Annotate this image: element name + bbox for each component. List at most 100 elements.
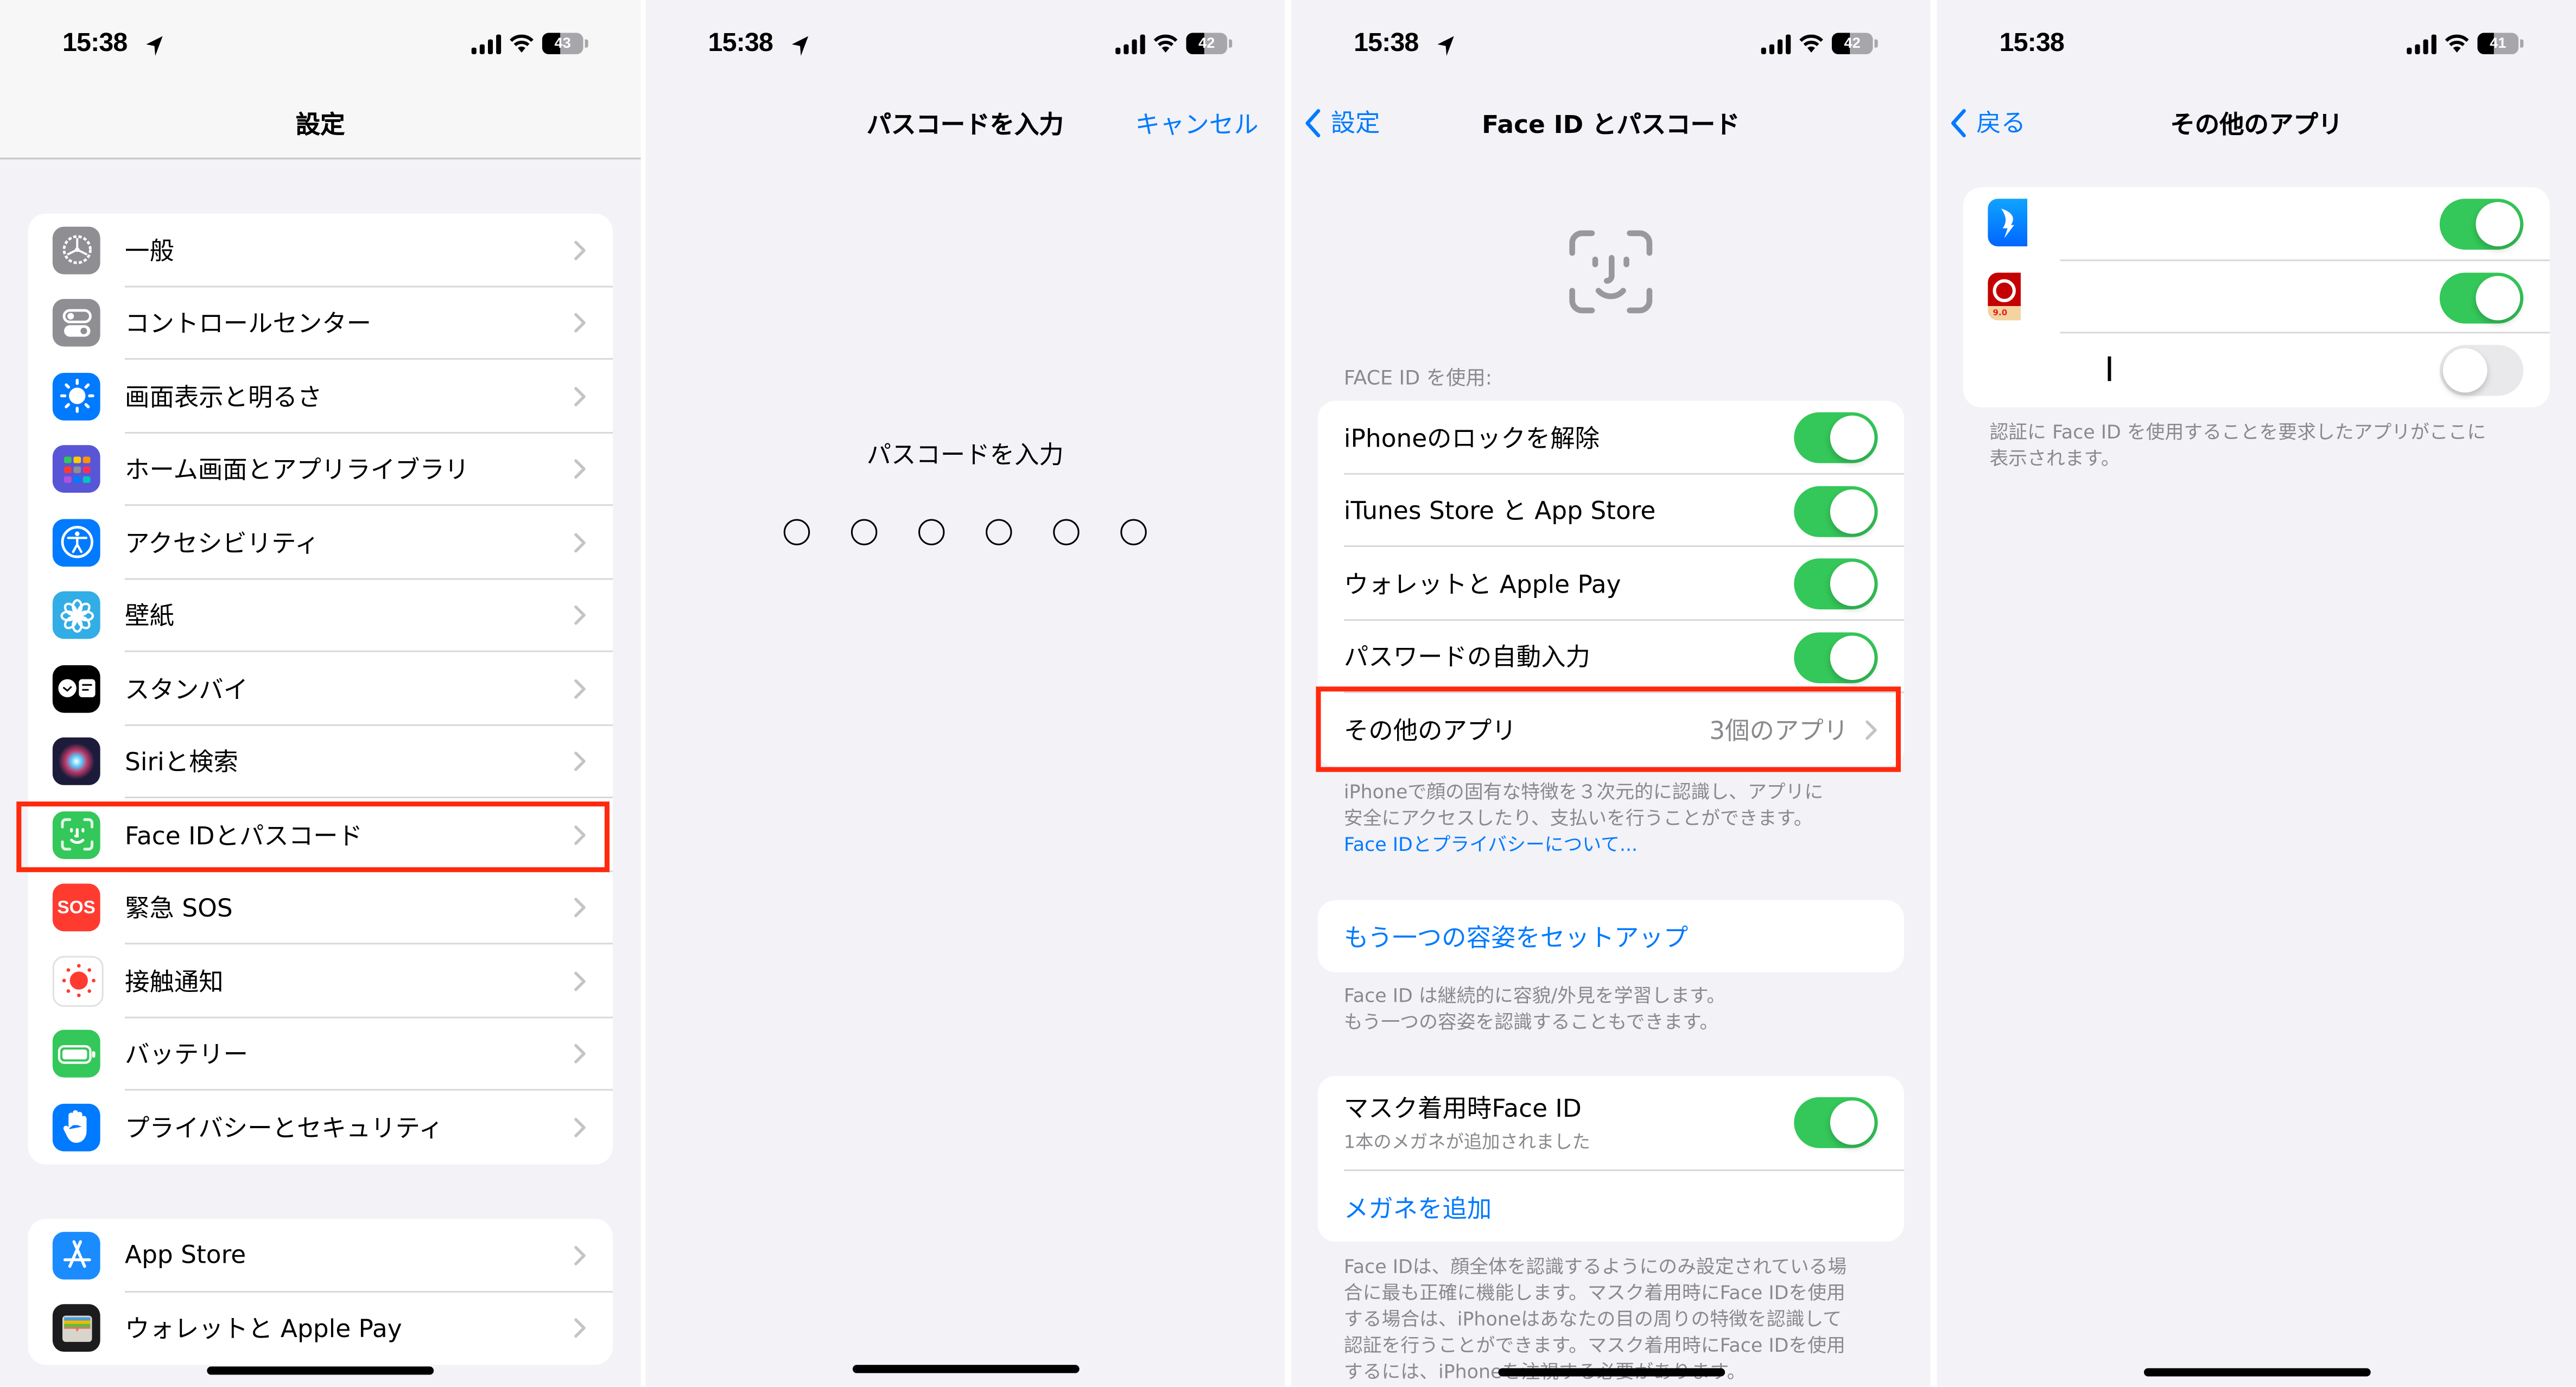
wifi-icon (510, 34, 534, 52)
battery-cap (1874, 39, 1878, 48)
location-arrow-icon (791, 36, 809, 56)
nav-bar: 戻る その他のアプリ (1937, 102, 2576, 145)
settings-row[interactable]: Siriと検索 (28, 725, 613, 799)
settings-row[interactable]: SOS 緊急 SOS (28, 871, 613, 945)
description-line: Face IDは、顔全体を認識するようにのみ設定されている場 (1343, 1255, 1847, 1278)
text-cursor (2108, 356, 2110, 381)
settings-row[interactable]: アクセシビリティ (28, 506, 613, 579)
red-bank-app-icon: 9.0 (1988, 271, 2021, 320)
highlight-face-id-row (16, 801, 610, 873)
location-arrow-icon (1437, 36, 1454, 56)
settings-row-label: Siriと検索 (125, 747, 238, 778)
home-indicator (2143, 1368, 2370, 1377)
toggle-row-label: パスワードの自動入力 (1343, 642, 1590, 672)
settings-row-label: バッテリー (125, 1040, 249, 1070)
settings-screen: 15:38 43 設定 一般コントロールセンター 画面表示と明るさホーム画面とアプ… (0, 0, 641, 1386)
control-center-icon (52, 299, 100, 347)
app-face-id-toggle[interactable] (2439, 345, 2524, 396)
chevron-right-icon (574, 1117, 586, 1137)
passcode-dots[interactable] (646, 519, 1285, 545)
status-bar: 15:38 41 (1937, 29, 2576, 66)
chevron-right-icon (574, 313, 586, 333)
other-apps-group: 9.0 (1963, 187, 2550, 407)
face-id-toggle[interactable] (1794, 558, 1878, 609)
passcode-screen: 15:38 42 パスコードを入力 キャンセル パスコードを入力 (645, 0, 1285, 1386)
chevron-right-icon (574, 460, 586, 479)
cancel-button[interactable]: キャンセル (1135, 107, 1258, 142)
settings-row[interactable]: プライバシーとセキュリティ (28, 1091, 613, 1164)
settings-row[interactable]: スタンバイ (28, 652, 613, 726)
face-id-toggle[interactable] (1794, 412, 1878, 463)
screenshot-collage: 15:38 43 設定 一般コントロールセンター 画面表示と明るさホーム画面とアプ… (0, 0, 2576, 1386)
toggle-row-label: iTunes Store と App Store (1343, 496, 1656, 526)
sos-icon: SOS (52, 884, 100, 932)
mask-face-id-toggle[interactable] (1794, 1097, 1878, 1148)
status-bar: 15:38 43 (0, 29, 640, 66)
settings-row-label: 画面表示と明るさ (125, 382, 322, 412)
settings-row[interactable]: 一般 (28, 213, 613, 287)
siri-icon (52, 737, 100, 786)
mask-description: Face IDは、顔全体を認識するようにのみ設定されている場 合に最も正確に機能し… (1344, 1253, 1902, 1384)
settings-row[interactable]: ホーム画面とアプリライブラリ (28, 433, 613, 506)
face-id-toggle-row: パスワードの自動入力 (1317, 620, 1905, 694)
blue-wing-app-icon (1988, 199, 2028, 247)
status-time: 15:38 (62, 29, 128, 58)
passcode-dot (1120, 519, 1147, 545)
signal-icon (471, 34, 502, 54)
chevron-right-icon (574, 752, 586, 772)
settings-row-label: ウォレットと Apple Pay (125, 1314, 402, 1344)
app-face-id-toggle[interactable] (2439, 271, 2524, 323)
standby-icon (52, 665, 100, 712)
settings-row[interactable]: 接触通知 (28, 944, 613, 1018)
chevron-right-icon (574, 1319, 586, 1338)
app-row (1963, 187, 2550, 260)
home-screen-icon (52, 446, 100, 493)
settings-row[interactable]: 画面表示と明るさ (28, 360, 613, 433)
signal-icon (1761, 34, 1791, 54)
settings-row-label: 一般 (125, 236, 174, 266)
status-time: 15:38 (1999, 29, 2065, 58)
nav-bar: パスコードを入力 キャンセル (646, 102, 1285, 145)
app-row: 9.0 (1963, 260, 2550, 334)
battery-cap (2520, 39, 2524, 48)
mask-subtitle: 1本のメガネが追加されました (1343, 1131, 1590, 1153)
wallet-icon (52, 1305, 100, 1352)
highlight-other-apps-row (1316, 686, 1901, 772)
passcode-dot (918, 519, 945, 545)
settings-row[interactable]: 壁紙 (28, 579, 613, 652)
settings-row[interactable]: App Store (28, 1219, 613, 1292)
face-id-glyph-icon (1569, 230, 1653, 314)
settings-group-2: App Store ウォレットと Apple Pay (28, 1218, 613, 1365)
face-id-toggle-row: iPhoneのロックを解除 (1317, 401, 1905, 474)
location-arrow-icon (146, 36, 163, 56)
description-line: 合に最も正確に機能します。マスク着用時にFace IDを使用 (1343, 1281, 1845, 1305)
face-id-toggle[interactable] (1794, 485, 1878, 537)
battery-icon (52, 1030, 100, 1078)
settings-row-label: コントロールセンター (125, 309, 372, 339)
add-glasses-button[interactable]: メガネを追加 (1317, 1171, 1904, 1242)
page-title: 設定 (295, 110, 345, 140)
chevron-right-icon (574, 1245, 586, 1265)
chevron-right-icon (574, 240, 586, 260)
chevron-right-icon (574, 679, 586, 698)
battery-indicator: 43 (542, 33, 583, 54)
signal-icon (2407, 34, 2437, 54)
settings-row[interactable]: ウォレットと Apple Pay (28, 1292, 613, 1365)
home-indicator (852, 1365, 1079, 1373)
settings-row[interactable]: コントロールセンター (28, 287, 613, 360)
passcode-dot (783, 519, 810, 545)
app-face-id-toggle[interactable] (2439, 199, 2524, 250)
settings-row-label: 緊急 SOS (125, 894, 233, 924)
settings-row-label: 壁紙 (125, 601, 174, 632)
face-id-toggle[interactable] (1794, 631, 1878, 683)
gear-icon (52, 226, 100, 274)
page-title: Face ID とパスコード (1482, 110, 1740, 140)
face-id-description: iPhoneで顔の固有な特徴を３次元的に認識し、アプリに 安全にアクセスしたり、… (1344, 779, 1886, 857)
mask-face-id-row: マスク着用時Face ID 1本のメガネが追加されました (1317, 1076, 1905, 1172)
settings-row-label: アクセシビリティ (125, 528, 320, 558)
privacy-link[interactable]: Face IDとプライバシーについて... (1344, 831, 1886, 857)
setup-alternate-appearance-button[interactable]: もう一つの容姿をセットアップ (1317, 900, 1904, 972)
wallpaper-icon (52, 591, 100, 640)
settings-row[interactable]: バッテリー (28, 1017, 613, 1091)
chevron-right-icon (574, 532, 586, 552)
